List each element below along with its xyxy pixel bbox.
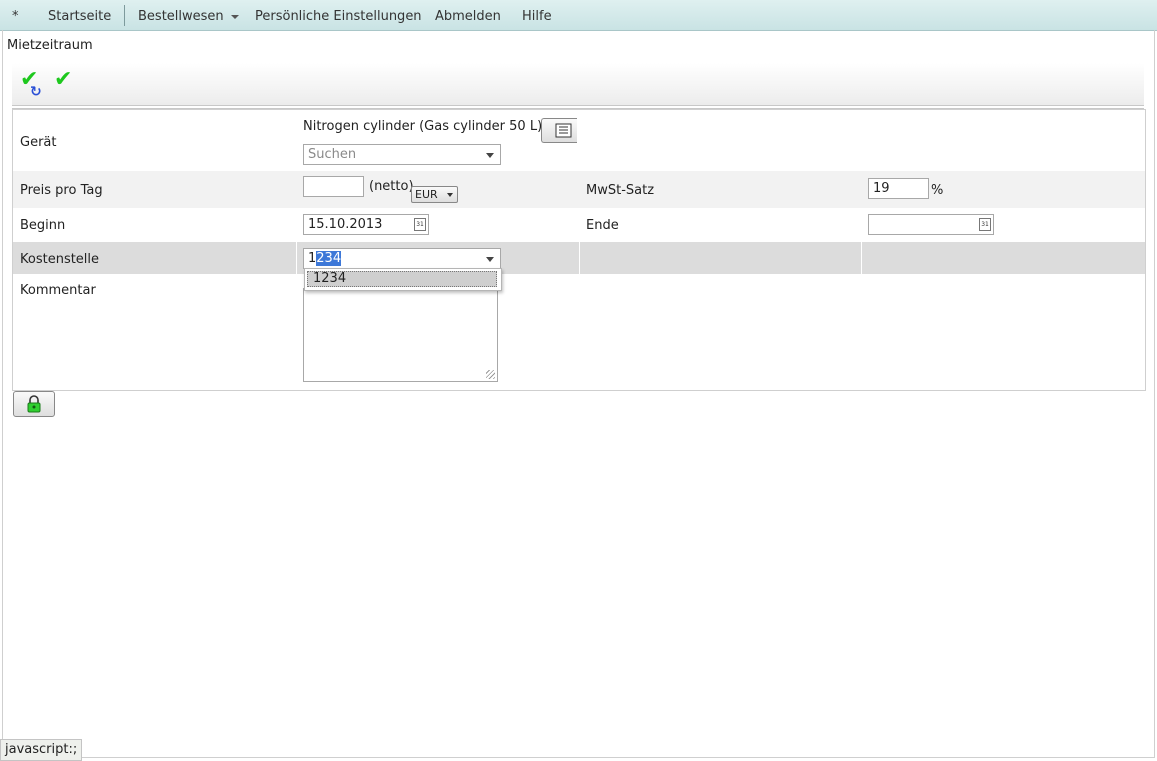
comment-textarea[interactable] xyxy=(303,288,498,382)
price-label: Preis pro Tag xyxy=(20,183,103,198)
chevron-down-icon xyxy=(230,14,239,19)
lock-icon xyxy=(27,395,41,413)
column-divider xyxy=(861,242,862,274)
cost-center-combobox[interactable]: 1234 xyxy=(303,248,501,269)
list-icon xyxy=(555,123,572,138)
chevron-down-icon xyxy=(486,153,494,158)
row-cost-center: Kostenstelle 1234 xyxy=(13,242,1145,274)
chevron-down-icon xyxy=(486,257,494,262)
price-input[interactable] xyxy=(303,176,364,197)
menu-startseite[interactable]: Startseite xyxy=(48,9,111,24)
row-comment: Kommentar xyxy=(13,274,1145,389)
page-title: Mietzeitraum xyxy=(7,38,93,53)
action-toolbar: ✔ ↻ ✔ xyxy=(12,63,1144,109)
check-redo-icon[interactable]: ✔ ↻ xyxy=(20,69,42,101)
device-search-select[interactable]: Suchen xyxy=(303,144,501,165)
end-date-input[interactable] xyxy=(868,214,994,235)
row-dates: Beginn 31 Ende 31 xyxy=(13,208,1145,242)
vat-input[interactable] xyxy=(868,178,929,199)
device-list-button[interactable] xyxy=(541,118,577,143)
column-divider xyxy=(296,242,297,274)
menu-divider xyxy=(124,5,125,26)
menu-abmelden[interactable]: Abmelden xyxy=(435,9,501,24)
start-label: Beginn xyxy=(20,218,66,233)
device-value: Nitrogen cylinder (Gas cylinder 50 L) xyxy=(303,119,543,134)
currency-select[interactable]: EUR xyxy=(411,186,458,203)
cost-center-label: Kostenstelle xyxy=(20,252,100,267)
cost-center-autocomplete: 234 xyxy=(316,251,342,266)
currency-value: EUR xyxy=(415,188,438,201)
menu-hilfe[interactable]: Hilfe xyxy=(522,9,552,24)
menu-persoenliche-einstellungen[interactable]: Persönliche Einstellungen xyxy=(255,9,422,24)
calendar-icon[interactable]: 31 xyxy=(414,218,426,231)
cost-center-dropdown: 1234 xyxy=(304,268,502,291)
menu-bestellwesen[interactable]: Bestellwesen xyxy=(138,9,239,24)
menu-star[interactable]: * xyxy=(12,9,19,24)
start-date-input[interactable] xyxy=(303,214,429,235)
check-icon[interactable]: ✔ xyxy=(54,69,72,91)
redo-arrow-icon: ↻ xyxy=(30,84,42,100)
menu-bestellwesen-label: Bestellwesen xyxy=(138,9,224,24)
end-label: Ende xyxy=(586,218,619,233)
lock-button[interactable] xyxy=(13,391,55,417)
resize-grip-icon[interactable] xyxy=(486,370,495,379)
device-label: Gerät xyxy=(20,135,57,150)
rental-form: Gerät Nitrogen cylinder (Gas cylinder 50… xyxy=(12,109,1146,391)
price-netto-label: (netto) xyxy=(369,179,414,194)
comment-label: Kommentar xyxy=(20,283,96,298)
chevron-down-icon xyxy=(447,193,453,197)
row-device: Gerät Nitrogen cylinder (Gas cylinder 50… xyxy=(13,110,1145,171)
device-search-placeholder: Suchen xyxy=(308,147,357,162)
cost-center-option[interactable]: 1234 xyxy=(307,271,497,287)
calendar-icon[interactable]: 31 xyxy=(979,218,991,231)
vat-unit: % xyxy=(931,183,944,198)
vat-label: MwSt-Satz xyxy=(586,183,655,198)
row-price: Preis pro Tag (netto) EUR MwSt-Satz % xyxy=(13,171,1145,208)
column-divider xyxy=(579,242,580,274)
status-bar: javascript:; xyxy=(0,739,83,761)
main-menu: * Startseite Bestellwesen Persönliche Ei… xyxy=(0,0,1157,31)
